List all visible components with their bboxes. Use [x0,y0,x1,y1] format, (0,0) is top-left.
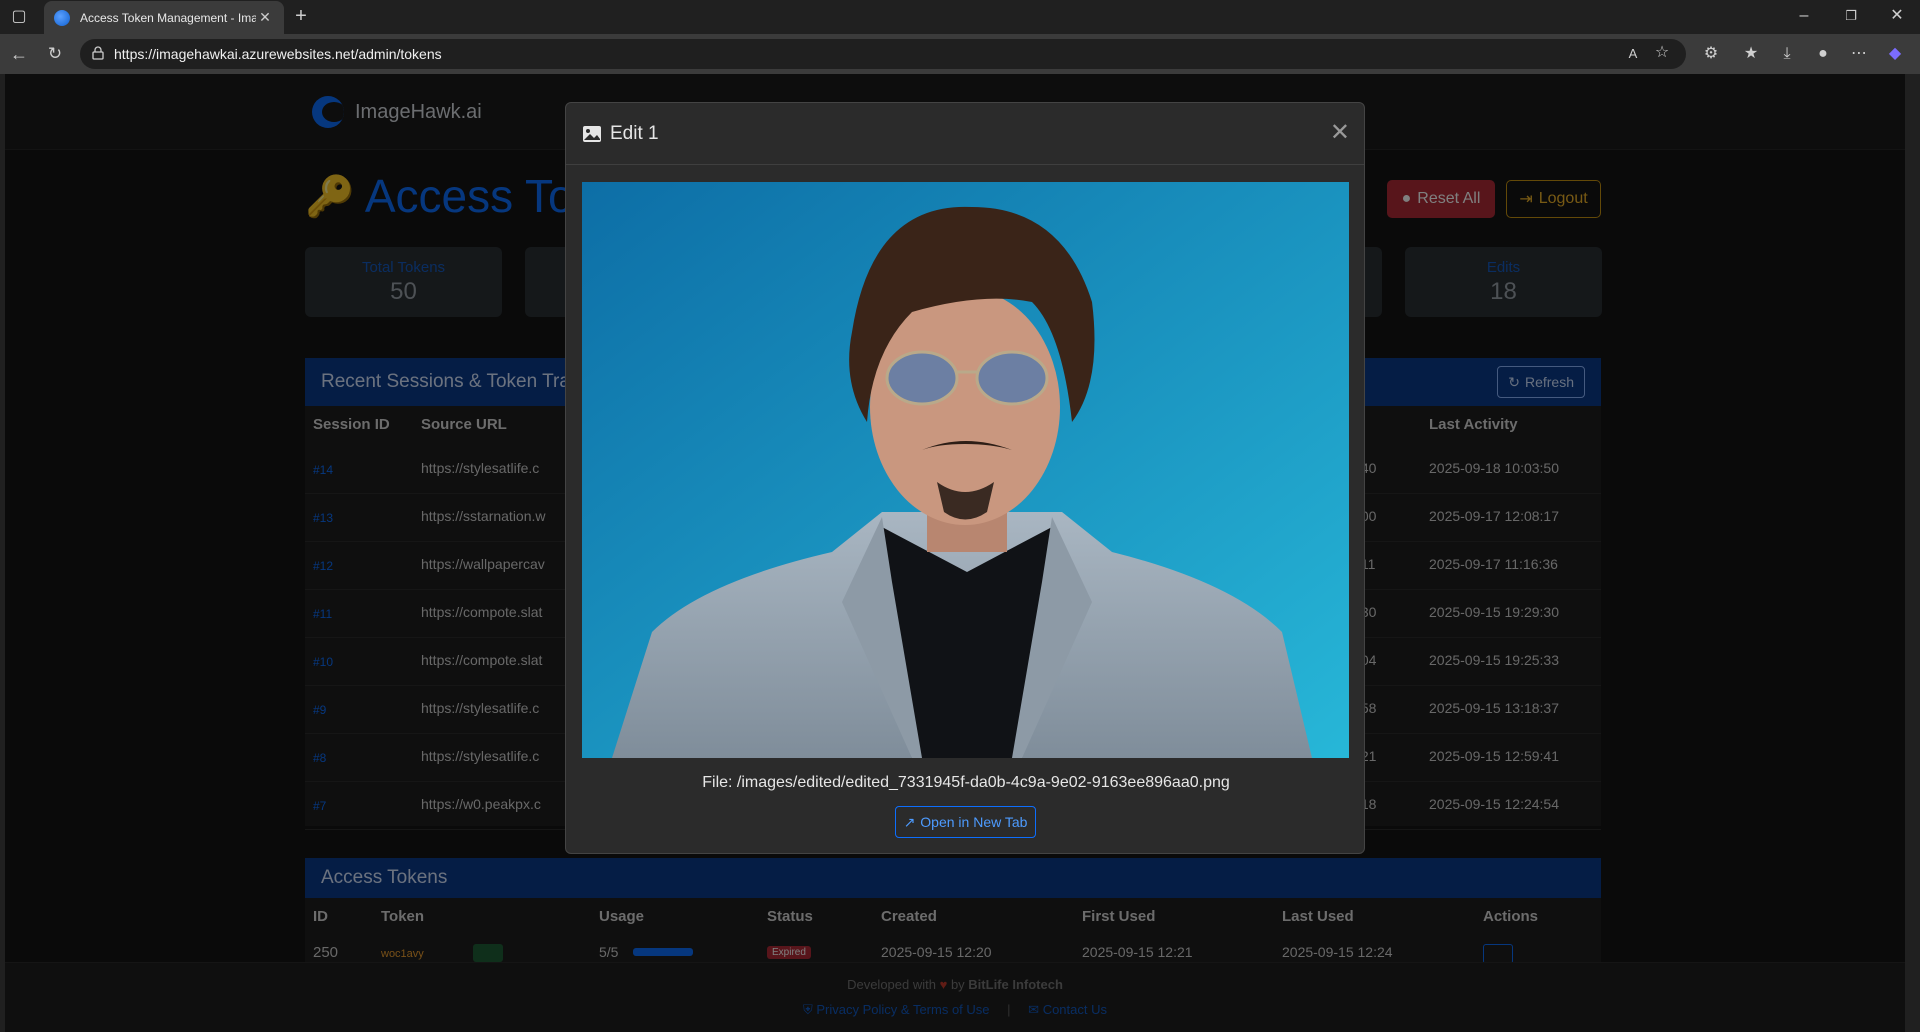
tab-actions-icon[interactable]: ▢ [8,7,30,27]
edit-preview-modal: Edit 1 ✕ File: /images/edited/edited_733… [565,102,1365,854]
reload-icon[interactable]: ↻ [44,44,66,64]
extensions-icon[interactable]: ⚙ [1700,44,1722,64]
window-close-icon[interactable]: ✕ [1886,6,1908,26]
new-tab-icon[interactable]: + [290,6,312,26]
read-aloud-icon[interactable]: A [1622,44,1644,64]
image-icon [583,125,601,142]
browser-tab-active[interactable]: Access Token Management - Ima ✕ [44,1,284,34]
profile-icon[interactable]: ● [1812,44,1834,64]
open-in-new-tab-button[interactable]: ↗ Open in New Tab [895,806,1036,838]
lock-icon [92,46,104,60]
restore-icon[interactable]: ❐ [1840,6,1862,26]
back-icon[interactable]: ← [8,44,30,64]
external-link-icon: ↗ [903,813,916,830]
browser-tab-bar: ▢ Access Token Management - Ima ✕ + – ❐ … [0,0,1920,34]
favicon-icon [54,9,70,26]
address-bar[interactable]: https://imagehawkai.azurewebsites.net/ad… [80,39,1686,69]
url-text: https://imagehawkai.azurewebsites.net/ad… [114,46,442,62]
tab-title: Access Token Management - Ima [80,10,256,25]
modal-close-icon[interactable]: ✕ [1330,121,1350,145]
copilot-icon[interactable]: ◆ [1884,44,1906,64]
modal-header: Edit 1 [566,103,1364,165]
file-path: File: /images/edited/edited_7331945f-da0… [702,774,1230,791]
favorite-star-icon[interactable]: ☆ [1651,43,1673,63]
open-in-new-tab-label: Open in New Tab [920,814,1028,830]
minimize-icon[interactable]: – [1793,6,1815,26]
more-icon[interactable]: ⋯ [1848,44,1870,64]
page-viewport: ImageHawk.ai 🔑 Access Toke ● Reset All ⇥… [5,74,1905,1032]
browser-toolbar: ← ↻ https://imagehawkai.azurewebsites.ne… [0,34,1920,74]
downloads-icon[interactable]: ⤓ [1776,44,1798,64]
edited-image [582,182,1349,758]
tab-close-icon[interactable]: ✕ [256,9,274,26]
modal-title: Edit 1 [610,122,659,144]
favorites-icon[interactable]: ★ [1740,44,1762,64]
